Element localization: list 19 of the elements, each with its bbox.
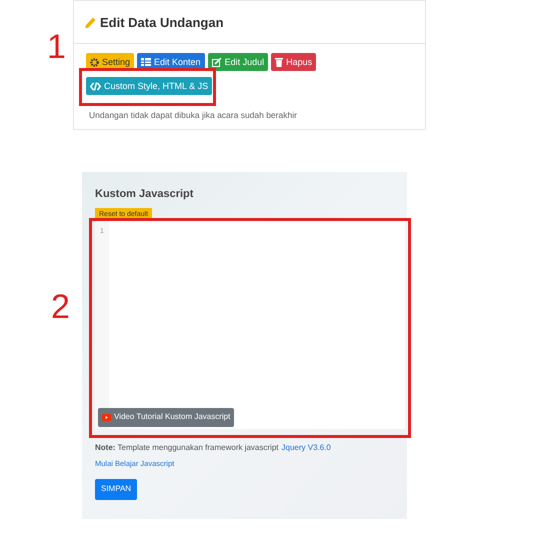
note-text: Note: Template menggunakan framework javascript — [95, 442, 278, 454]
jquery-link[interactable]: Jquery V3.6.0 — [282, 442, 331, 454]
trash-icon — [275, 57, 284, 67]
table-icon — [141, 58, 152, 66]
gear-icon — [90, 58, 99, 66]
action-button[interactable]: Edit Judul — [208, 53, 268, 71]
notice-text: Undangan tidak dapat dibuka jika acara sudah berakhir — [88, 109, 298, 122]
step-number: 2 — [51, 290, 70, 324]
pencil-icon — [85, 17, 96, 29]
card-title: Edit Data Undangan — [100, 14, 224, 32]
action-button[interactable]: Hapus — [271, 53, 316, 71]
video-tutorial-button[interactable]: Video Tutorial Kustom Javascript — [98, 408, 234, 426]
code-icon — [90, 82, 101, 90]
step-number: 1 — [47, 30, 66, 64]
action-button[interactable]: Custom Style, HTML & JS — [86, 77, 212, 95]
play-icon — [102, 414, 111, 420]
panel-title: Kustom Javascript — [95, 187, 194, 202]
edit-icon — [212, 58, 222, 66]
save-button[interactable]: SIMPAN — [95, 478, 138, 500]
